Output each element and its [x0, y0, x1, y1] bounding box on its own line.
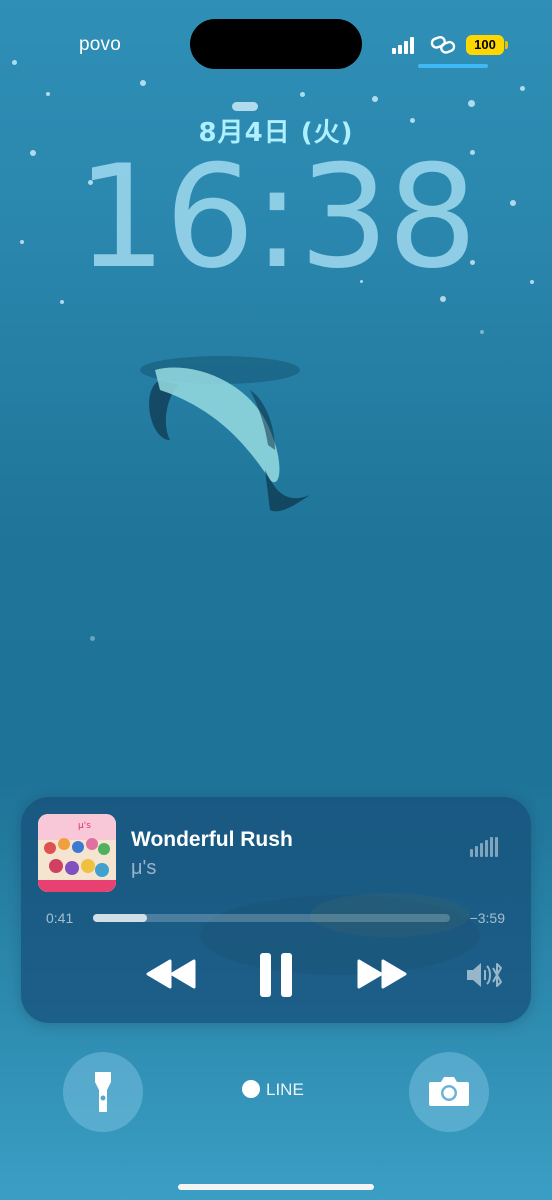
progress-fill	[93, 914, 147, 922]
camera-icon	[429, 1077, 469, 1106]
speaker-bluetooth-icon[interactable]	[465, 960, 505, 990]
fast-forward-icon[interactable]	[355, 959, 407, 989]
album-artwork[interactable]: µ's	[38, 814, 116, 892]
rewind-icon[interactable]	[146, 959, 198, 989]
flashlight-button[interactable]	[63, 1052, 143, 1132]
line-widget-label: LINE	[266, 1080, 304, 1099]
song-title: Wonderful Rush	[131, 828, 293, 851]
elapsed-time: 0:41	[46, 910, 74, 926]
focus-indicator	[418, 64, 488, 68]
audio-waveform-icon[interactable]	[470, 837, 500, 857]
carrier-label: povo	[79, 34, 122, 55]
svg-text:µ's: µ's	[78, 821, 91, 831]
home-indicator[interactable]	[178, 1184, 374, 1190]
now-playing-widget[interactable]: µ's Wonderful Rush μ's 0:41 −3:59	[21, 797, 531, 1023]
battery-cap	[505, 41, 508, 49]
artist-name: μ's	[131, 857, 157, 879]
dynamic-island	[190, 19, 362, 69]
progress-scrubber[interactable]	[93, 914, 450, 922]
cellular-signal-icon	[392, 36, 420, 54]
camera-button[interactable]	[409, 1052, 489, 1132]
link-icon	[430, 35, 456, 54]
battery-indicator: 100	[466, 35, 504, 55]
lock-time: 16:38	[76, 135, 477, 300]
remaining-time: −3:59	[469, 910, 505, 926]
pause-icon[interactable]	[258, 953, 294, 997]
emoji-icon	[242, 1080, 260, 1098]
flashlight-icon	[95, 1072, 111, 1112]
line-widget[interactable]: LINE	[242, 1080, 304, 1100]
